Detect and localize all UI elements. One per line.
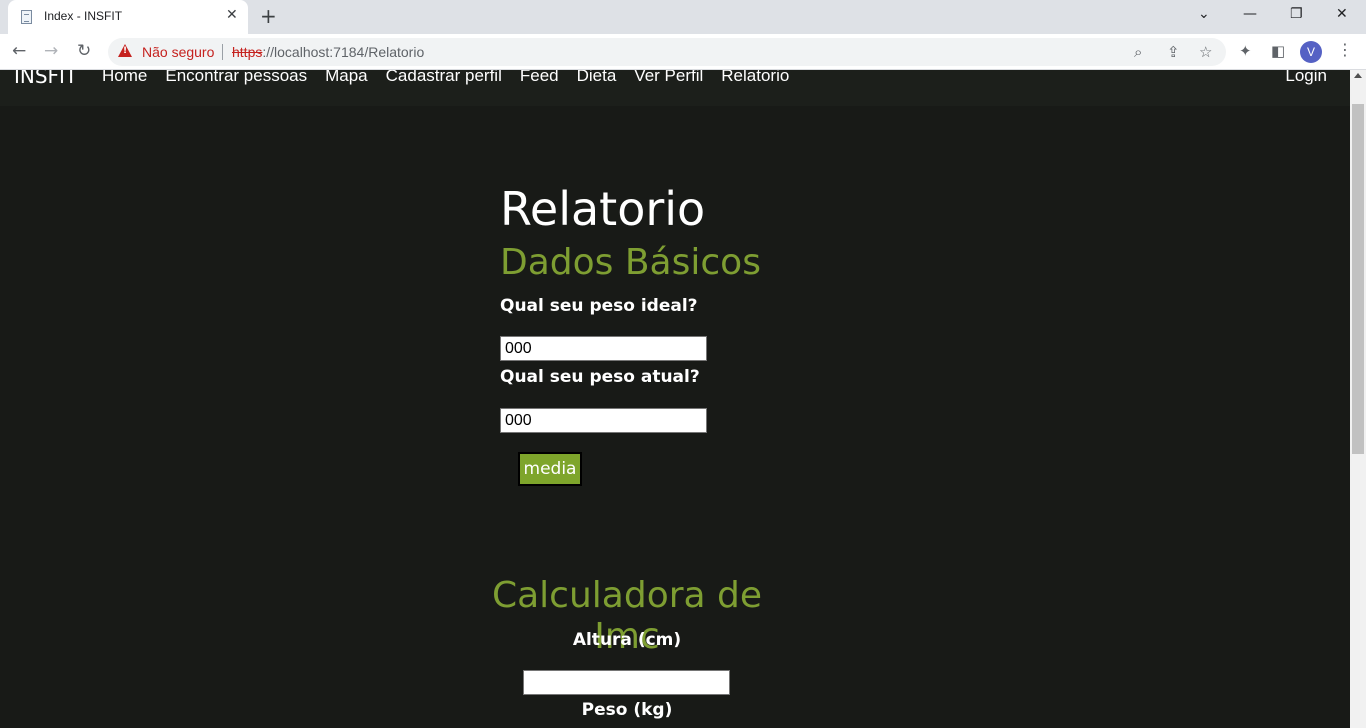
restore-button[interactable]: ❐	[1290, 6, 1303, 22]
nav-link-feed[interactable]: Feed	[520, 70, 559, 86]
scrollbar-thumb[interactable]	[1352, 104, 1364, 454]
nav-link-ver-perfil[interactable]: Ver Perfil	[634, 70, 703, 86]
browser-toolbar: ← → ↻ Não seguro https://localhost:7184/…	[0, 34, 1366, 70]
scroll-up-arrow-icon[interactable]	[1354, 73, 1362, 78]
nav-link-home[interactable]: Home	[102, 70, 147, 86]
back-arrow-icon[interactable]: ←	[12, 41, 26, 61]
side-panel-icon[interactable]: ◧	[1271, 42, 1285, 60]
ideal-weight-input[interactable]	[500, 336, 707, 361]
zoom-icon[interactable]: ⌕	[1134, 43, 1142, 61]
reload-icon[interactable]: ↻	[77, 41, 91, 61]
site-navbar: INSFIT Home Encontrar pessoas Mapa Cadas…	[0, 70, 1350, 106]
current-weight-input[interactable]	[500, 408, 707, 433]
address-bar[interactable]: Não seguro https://localhost:7184/Relato…	[108, 38, 1226, 66]
nav-links: Home Encontrar pessoas Mapa Cadastrar pe…	[102, 70, 789, 86]
tab-search-dropdown-icon[interactable]: ⌄	[1198, 6, 1210, 22]
page-scrollbar[interactable]	[1350, 70, 1366, 728]
star-icon[interactable]: ☆	[1199, 43, 1212, 61]
nav-link-dieta[interactable]: Dieta	[577, 70, 617, 86]
nav-link-cadastrar-perfil[interactable]: Cadastrar perfil	[386, 70, 502, 86]
nav-link-encontrar-pessoas[interactable]: Encontrar pessoas	[165, 70, 307, 86]
forward-arrow-icon[interactable]: →	[44, 41, 58, 61]
site-brand[interactable]: INSFIT	[14, 70, 77, 88]
nav-link-relatorio[interactable]: Relatorio	[721, 70, 789, 86]
extensions-icon[interactable]: ✦	[1239, 42, 1252, 60]
profile-avatar[interactable]: V	[1300, 41, 1322, 63]
weight-label: Peso (kg)	[581, 700, 673, 720]
page-favicon-icon	[21, 10, 32, 24]
tab-close-icon[interactable]: ✕	[226, 7, 238, 23]
height-input[interactable]	[523, 670, 730, 695]
login-link[interactable]: Login	[1285, 70, 1327, 86]
browser-tab[interactable]: Index - INSFIT ✕	[8, 0, 248, 34]
nav-link-mapa[interactable]: Mapa	[325, 70, 368, 86]
media-button[interactable]: media	[518, 452, 582, 486]
minimize-button[interactable]: —	[1243, 6, 1257, 22]
height-label: Altura (cm)	[572, 630, 682, 650]
warning-icon[interactable]	[118, 44, 132, 57]
page-viewport: INSFIT Home Encontrar pessoas Mapa Cadas…	[0, 70, 1350, 728]
tab-title: Index - INSFIT	[44, 9, 123, 23]
url-text[interactable]: https://localhost:7184/Relatorio	[232, 44, 424, 60]
share-icon[interactable]: ⇪	[1167, 43, 1180, 61]
current-weight-label: Qual seu peso atual?	[500, 367, 700, 387]
url-scheme: https	[232, 44, 263, 60]
menu-dots-icon[interactable]: ⋮	[1337, 40, 1353, 59]
ideal-weight-label: Qual seu peso ideal?	[500, 296, 698, 316]
not-secure-label[interactable]: Não seguro	[142, 44, 214, 60]
tab-strip: Index - INSFIT ✕ + ⌄ — ❐ ✕	[0, 0, 1366, 34]
page-title: Relatorio	[500, 182, 706, 236]
section-heading-dados-basicos: Dados Básicos	[500, 242, 761, 283]
omnibox-divider	[222, 44, 223, 60]
url-path: ://localhost:7184/Relatorio	[262, 44, 425, 60]
new-tab-button[interactable]: +	[260, 4, 277, 28]
close-window-button[interactable]: ✕	[1336, 6, 1348, 22]
